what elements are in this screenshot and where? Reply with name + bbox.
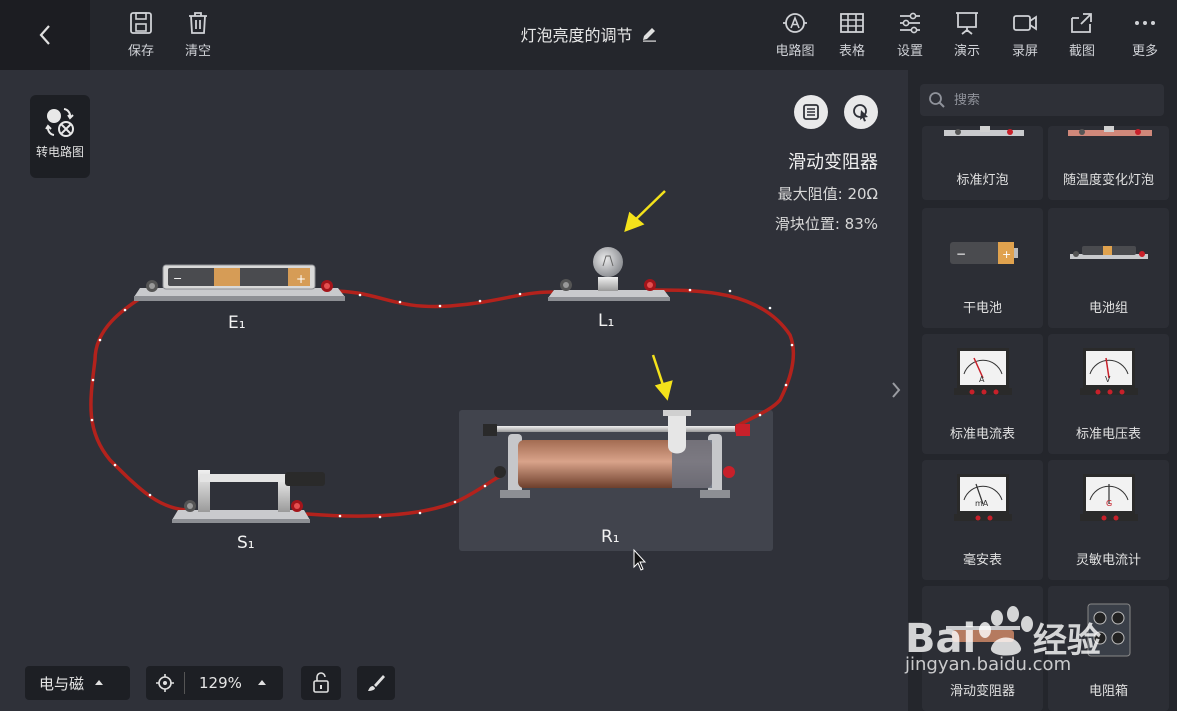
- save-icon: [130, 12, 152, 34]
- tool-screenshot-label: 截图: [1068, 44, 1095, 59]
- tool-table-label: 表格: [838, 44, 865, 59]
- component-sidebar: 标准灯泡 随温度变化灯泡 −+ 干电池 电池组 A 标准电流表 V 标准电压表 …: [908, 70, 1177, 711]
- search-input[interactable]: [954, 92, 1154, 108]
- component-label: 电池组: [1088, 301, 1128, 316]
- component-label: 标准电压表: [1075, 427, 1141, 442]
- component-label: 标准灯泡: [956, 173, 1009, 188]
- zoom-control[interactable]: 129%: [146, 666, 283, 700]
- save-label: 保存: [127, 44, 154, 59]
- tool-circuit-diagram[interactable]: 电路图: [771, 10, 819, 62]
- battery-component: − +: [134, 264, 345, 301]
- edit-icon[interactable]: [641, 26, 657, 42]
- svg-text:+: +: [296, 272, 306, 286]
- trash-icon: [189, 12, 207, 34]
- component-label: 滑动变阻器: [949, 684, 1015, 699]
- brush-icon: [368, 675, 385, 691]
- clear-button[interactable]: 清空: [174, 10, 222, 62]
- presentation-icon: [956, 12, 978, 35]
- component-label: 毫安表: [962, 553, 1002, 568]
- back-button[interactable]: [0, 0, 90, 70]
- video-icon: [1013, 15, 1037, 31]
- page-title: 灯泡亮度的调节: [520, 26, 633, 45]
- bulb-label: L₁: [598, 311, 615, 331]
- wire-battery-bulb: [325, 289, 554, 309]
- component-battery-pack[interactable]: 电池组: [1048, 208, 1169, 328]
- component-ammeter[interactable]: A 标准电流表: [922, 334, 1043, 454]
- zoom-value: 129%: [199, 674, 242, 692]
- component-rheostat[interactable]: 滑动变阻器: [922, 586, 1043, 711]
- rheostat-label: R₁: [601, 527, 620, 547]
- brush-button[interactable]: [357, 666, 395, 700]
- wire-bulb-rheostat: [650, 288, 796, 429]
- svg-text:mA: mA: [975, 499, 989, 508]
- component-dry-battery[interactable]: − + 干电池: [922, 208, 1043, 328]
- zoom-divider: [184, 672, 185, 694]
- component-galvanometer[interactable]: G 灵敏电流计: [1048, 460, 1169, 580]
- lock-button[interactable]: [301, 666, 341, 700]
- screenshot-icon: [1071, 13, 1092, 33]
- sliders-icon: [900, 12, 920, 34]
- tool-record-label: 录屏: [1011, 44, 1038, 59]
- bulb-component: [548, 247, 670, 301]
- component-label: 标准电流表: [949, 427, 1015, 442]
- chevron-left-icon: [39, 25, 50, 45]
- crosshair-icon: [156, 674, 174, 692]
- component-label: 干电池: [962, 301, 1002, 316]
- tool-more[interactable]: 更多: [1121, 10, 1169, 62]
- component-label: 电阻箱: [1088, 684, 1128, 699]
- more-icon: [1135, 21, 1155, 25]
- save-button[interactable]: 保存: [117, 10, 165, 62]
- component-milliammeter[interactable]: mA 毫安表: [922, 460, 1043, 580]
- component-label: 随温度变化灯泡: [1062, 173, 1154, 188]
- top-toolbar: 保存 清空 灯泡亮度的调节 电路图 表格 设置 演示 录屏 截图 更多: [0, 0, 1177, 70]
- tool-presentation[interactable]: 演示: [943, 10, 991, 62]
- chevron-right-icon[interactable]: [889, 378, 903, 402]
- watermark-url: jingyan.baidu.com: [905, 654, 1072, 675]
- svg-text:−: −: [173, 272, 182, 285]
- caret-up-icon: [95, 680, 104, 685]
- locate-button[interactable]: [146, 673, 184, 693]
- unlock-icon: [313, 672, 329, 693]
- category-dropdown[interactable]: 电与磁: [25, 666, 130, 700]
- tool-more-label: 更多: [1131, 44, 1158, 59]
- search-icon: [929, 92, 945, 108]
- circuit-canvas[interactable]: 转电路图 滑动变阻器 最大阻值: 20Ω 滑块位置: 83% − + E₁ L₁…: [0, 70, 908, 711]
- svg-text:G: G: [1106, 499, 1112, 508]
- tool-settings[interactable]: 设置: [886, 10, 934, 62]
- svg-text:+: +: [1002, 248, 1011, 261]
- svg-text:A: A: [979, 375, 985, 384]
- tool-presentation-label: 演示: [953, 44, 980, 59]
- tool-screenshot[interactable]: 截图: [1058, 10, 1106, 62]
- circuit-drawing: − +: [89, 190, 796, 571]
- svg-text:V: V: [1105, 375, 1111, 384]
- table-icon: [840, 13, 864, 33]
- component-standard-bulb[interactable]: 标准灯泡: [922, 126, 1043, 200]
- tool-table[interactable]: 表格: [828, 10, 876, 62]
- svg-text:−: −: [956, 247, 966, 261]
- component-resistance-box[interactable]: 电阻箱: [1048, 586, 1169, 711]
- mouse-cursor: [633, 548, 647, 571]
- switch-label: S₁: [237, 533, 255, 553]
- caret-up-icon: [257, 680, 266, 685]
- component-label: 灵敏电流计: [1075, 553, 1141, 568]
- tool-circuit-diagram-label: 电路图: [775, 44, 815, 59]
- component-temp-bulb[interactable]: 随温度变化灯泡: [1048, 126, 1169, 200]
- tool-record[interactable]: 录屏: [1001, 10, 1049, 62]
- search-box[interactable]: [920, 84, 1164, 116]
- battery-label: E₁: [228, 313, 246, 333]
- switch-component: [172, 470, 325, 523]
- category-value: 电与磁: [39, 674, 85, 693]
- tool-settings-label: 设置: [896, 44, 923, 59]
- ammeter-icon: [783, 13, 807, 33]
- wire-battery-switch: [89, 289, 192, 512]
- clear-label: 清空: [184, 44, 211, 59]
- component-voltmeter[interactable]: V 标准电压表: [1048, 334, 1169, 454]
